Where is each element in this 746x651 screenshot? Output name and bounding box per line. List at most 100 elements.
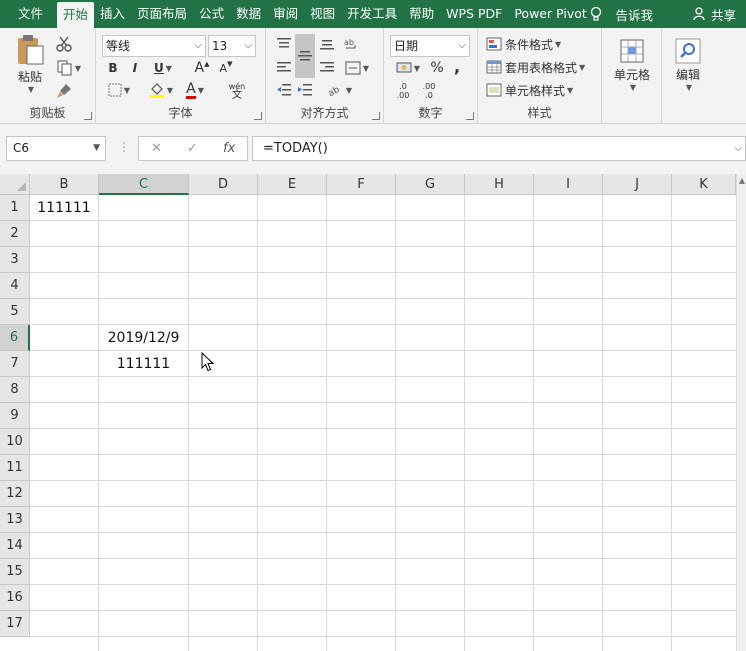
align-top-button[interactable] [274,34,294,54]
fill-color-dropdown-icon[interactable]: ▼ [167,86,173,95]
tab-page-layout[interactable]: 页面布局 [131,0,193,28]
row-header-10[interactable]: 10 [0,429,30,455]
wrap-text-button[interactable]: ab [341,34,361,54]
clipboard-launcher-icon[interactable] [84,112,92,120]
share-button[interactable]: 共享 [683,5,746,24]
font-name-select[interactable]: 等线 ⌵ [102,35,206,57]
align-right-button[interactable] [317,58,337,78]
enter-icon[interactable]: ✓ [187,141,198,156]
align-left-button[interactable] [274,58,294,78]
select-all-button[interactable] [0,174,30,195]
tab-developer[interactable]: 开发工具 [341,0,403,28]
font-color-dropdown-icon[interactable]: ▼ [198,86,204,95]
column-header-k[interactable]: K [672,174,736,195]
align-middle-button[interactable] [295,34,315,78]
shrink-font-button[interactable]: A ▼ [216,58,236,78]
cell-c6[interactable]: 2019/12/9 [99,325,188,351]
format-as-table-button[interactable]: 套用表格格式 ▼ [486,57,585,77]
column-header-h[interactable]: H [465,174,534,195]
row-header-16[interactable]: 16 [0,585,30,611]
column-header-f[interactable]: F [327,174,396,195]
align-bottom-button[interactable] [317,34,337,54]
vertical-scrollbar[interactable]: ▲ [736,174,746,651]
tab-data[interactable]: 数据 [230,0,267,28]
underline-dropdown-icon[interactable]: ▼ [166,64,172,73]
row-header-7[interactable]: 7 [0,351,30,377]
percent-button[interactable]: % [428,58,446,78]
name-box[interactable]: C6 ▼ [6,136,106,161]
increase-decimal-button[interactable]: .0 .00 [392,81,414,101]
phonetic-button[interactable]: wén 文 [220,80,254,102]
tab-file[interactable]: 文件 [0,0,57,28]
comma-button[interactable]: , [450,56,464,76]
increase-indent-button[interactable] [295,80,315,100]
row-header-2[interactable]: 2 [0,221,30,247]
column-header-c[interactable]: C [99,174,189,195]
insert-function-icon[interactable]: fx [223,141,235,156]
column-header-i[interactable]: I [534,174,603,195]
scroll-up-icon[interactable]: ▲ [737,176,746,185]
paste-button[interactable]: 粘贴 ▼ [10,34,50,94]
number-launcher-icon[interactable] [466,112,474,120]
tab-home[interactable]: 开始 [57,2,95,28]
column-header-j[interactable]: J [603,174,672,195]
cell-b1[interactable]: 111111 [30,195,98,221]
orientation-button[interactable]: ab ▼ [324,80,356,100]
borders-dropdown-icon[interactable]: ▼ [124,86,130,95]
row-header-15[interactable]: 15 [0,559,30,585]
decrease-decimal-button[interactable]: .00 .0 [418,81,440,101]
column-header-e[interactable]: E [258,174,327,195]
tab-view[interactable]: 视图 [304,0,341,28]
row-header-9[interactable]: 9 [0,403,30,429]
merge-dropdown-icon[interactable]: ▼ [363,64,369,73]
merge-center-button[interactable]: ▼ [341,58,373,78]
font-color-button[interactable]: A ▼ [180,80,210,100]
row-header-14[interactable]: 14 [0,533,30,559]
bold-button[interactable]: B [104,58,122,78]
cells-button[interactable]: 单元格 ▼ [606,34,658,96]
number-format-select[interactable]: 日期 ⌵ [390,35,470,57]
cell-c7[interactable]: 111111 [99,351,188,377]
row-header-4[interactable]: 4 [0,273,30,299]
worksheet-grid[interactable]: B C D E F G H I J K 1 2 3 4 5 6 7 8 9 10… [0,174,746,651]
format-painter-button[interactable] [54,81,74,101]
underline-button[interactable]: U ▼ [148,58,178,78]
currency-button[interactable]: ▼ [392,58,424,78]
row-header-8[interactable]: 8 [0,377,30,403]
grow-font-button[interactable]: A ▲ [192,58,212,78]
conditional-format-button[interactable]: 条件格式 ▼ [486,34,561,54]
row-header-1[interactable]: 1 [0,195,30,221]
editing-button[interactable]: 编辑 ▼ [666,34,710,96]
borders-button[interactable]: ▼ [104,80,134,100]
tab-wps-pdf[interactable]: WPS PDF [440,0,508,28]
currency-dropdown-icon[interactable]: ▼ [414,64,420,73]
row-header-13[interactable]: 13 [0,507,30,533]
row-header-17[interactable]: 17 [0,611,30,637]
tab-formulas[interactable]: 公式 [193,0,230,28]
expand-formula-icon[interactable]: ⌵ [734,137,742,160]
row-header-6[interactable]: 6 [0,325,30,351]
tell-me-button[interactable]: 告诉我 [579,5,663,24]
formula-input[interactable]: =TODAY() ⌵ [252,136,746,161]
column-header-b[interactable]: B [30,174,99,195]
row-header-12[interactable]: 12 [0,481,30,507]
resize-handle-icon[interactable]: ⋮ [118,140,130,154]
orientation-dropdown-icon[interactable]: ▼ [346,86,352,95]
tab-insert[interactable]: 插入 [94,0,131,28]
tab-help[interactable]: 帮助 [403,0,440,28]
tab-review[interactable]: 审阅 [267,0,304,28]
copy-dropdown-icon[interactable]: ▼ [75,64,81,73]
font-launcher-icon[interactable] [254,112,262,120]
italic-button[interactable]: I [126,58,144,78]
column-header-d[interactable]: D [189,174,258,195]
row-header-5[interactable]: 5 [0,299,30,325]
cell-styles-button[interactable]: 单元格样式 ▼ [486,80,573,100]
row-header-3[interactable]: 3 [0,247,30,273]
cancel-icon[interactable]: ✕ [151,141,162,156]
column-header-g[interactable]: G [396,174,465,195]
alignment-launcher-icon[interactable] [372,112,380,120]
font-size-select[interactable]: 13 ⌵ [208,35,256,57]
copy-button[interactable]: ▼ [54,58,84,78]
fill-color-button[interactable]: ▼ [146,80,176,100]
paste-dropdown-icon[interactable]: ▼ [28,85,34,94]
